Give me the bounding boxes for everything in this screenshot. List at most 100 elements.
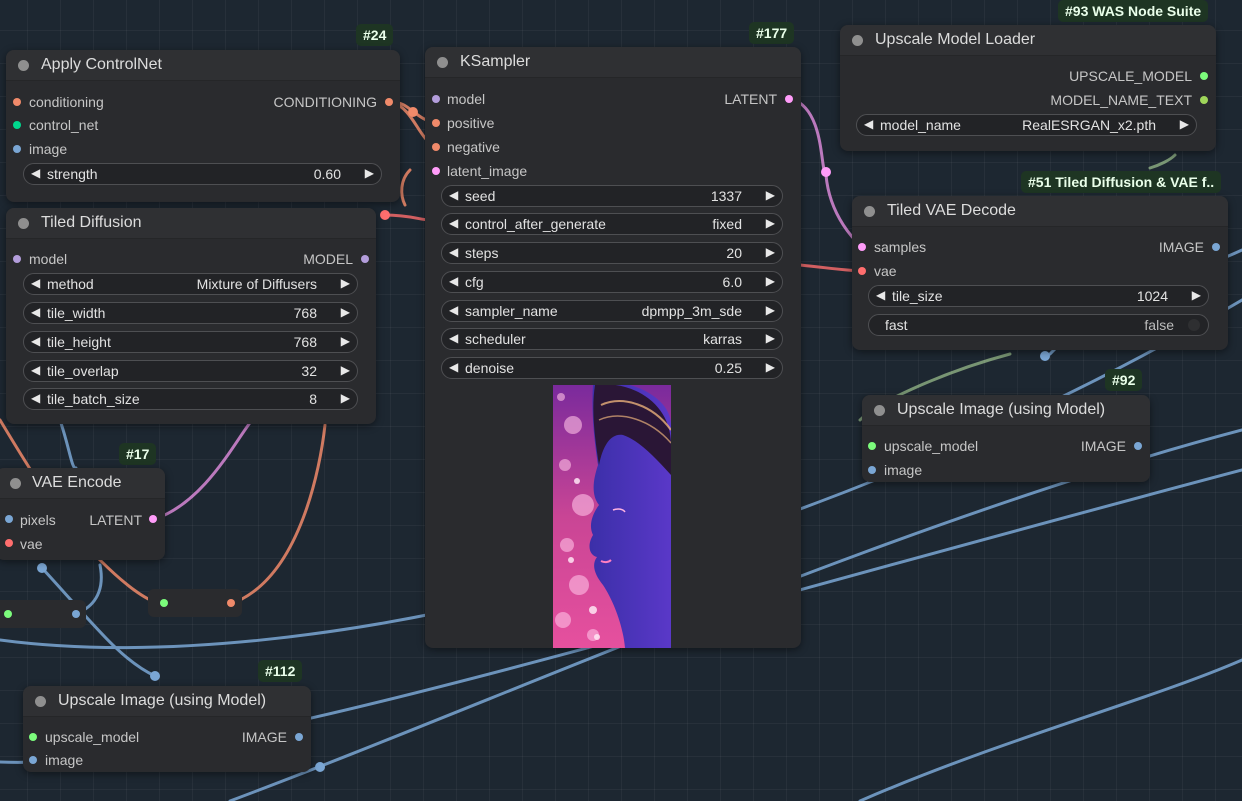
collapse-dot-icon[interactable] [18,60,29,71]
steps-widget[interactable]: ◀ steps 20 ▶ [441,242,783,264]
conditioning-input-pin[interactable] [13,98,21,106]
tile-height-widget[interactable]: ◀ tile_height 768 ▶ [23,331,358,353]
control-after-generate-widget[interactable]: ◀ control_after_generate fixed ▶ [441,213,783,235]
increment-arrow-icon[interactable]: ▶ [766,360,775,374]
increment-arrow-icon[interactable]: ▶ [365,166,374,180]
collapse-dot-icon[interactable] [10,478,21,489]
vae-encode-node[interactable]: VAE Encode pixels vae LATENT [0,468,165,560]
sampler-name-widget[interactable]: ◀ sampler_name dpmpp_3m_sde ▶ [441,300,783,322]
decrement-arrow-icon[interactable]: ◀ [31,276,40,290]
increment-arrow-icon[interactable]: ▶ [1180,117,1189,131]
upscale-model-input-pin[interactable] [868,442,876,450]
increment-arrow-icon[interactable]: ▶ [766,274,775,288]
model-output-pin[interactable] [361,255,369,263]
decrement-arrow-icon[interactable]: ◀ [876,288,885,302]
upscale-model-input-pin[interactable] [29,733,37,741]
model-input-pin[interactable] [13,255,21,263]
increment-arrow-icon[interactable]: ▶ [766,331,775,345]
decrement-arrow-icon[interactable]: ◀ [449,274,458,288]
vae-input-pin[interactable] [5,539,13,547]
increment-arrow-icon[interactable]: ▶ [341,334,350,348]
decrement-arrow-icon[interactable]: ◀ [449,245,458,259]
scheduler-widget[interactable]: ◀ scheduler karras ▶ [441,328,783,350]
increment-arrow-icon[interactable]: ▶ [766,245,775,259]
upscale-model-output-pin[interactable] [1200,72,1208,80]
decrement-arrow-icon[interactable]: ◀ [449,360,458,374]
increment-arrow-icon[interactable]: ▶ [341,305,350,319]
vae-input-pin[interactable] [858,267,866,275]
method-widget[interactable]: ◀ method Mixture of Diffusers ▶ [23,273,358,295]
decrement-arrow-icon[interactable]: ◀ [449,303,458,317]
increment-arrow-icon[interactable]: ▶ [341,363,350,377]
pixels-input-pin[interactable] [5,515,13,523]
decrement-arrow-icon[interactable]: ◀ [449,188,458,202]
reroute-input-pin[interactable] [4,610,12,618]
model-name-text-output-pin[interactable] [1200,96,1208,104]
image-output-pin[interactable] [1134,442,1142,450]
reroute-output-pin[interactable] [227,599,235,607]
tile-size-widget[interactable]: ◀ tile_size 1024 ▶ [868,285,1209,307]
tile-batch-size-widget[interactable]: ◀ tile_batch_size 8 ▶ [23,388,358,410]
input-label: vae [874,263,897,279]
latent-output-pin[interactable] [149,515,157,523]
positive-input-pin[interactable] [432,119,440,127]
upscale-model-loader-node[interactable]: Upscale Model Loader UPSCALE_MODEL MODEL… [840,25,1216,151]
denoise-widget[interactable]: ◀ denoise 0.25 ▶ [441,357,783,379]
tile-overlap-widget[interactable]: ◀ tile_overlap 32 ▶ [23,360,358,382]
model-input-pin[interactable] [432,95,440,103]
upscale-image-node-112[interactable]: Upscale Image (using Model) upscale_mode… [23,686,311,772]
image-output-pin[interactable] [295,733,303,741]
image-input-pin[interactable] [29,756,37,764]
increment-arrow-icon[interactable]: ▶ [1192,288,1201,302]
upscale-image-node-92[interactable]: Upscale Image (using Model) upscale_mode… [862,395,1150,482]
increment-arrow-icon[interactable]: ▶ [341,391,350,405]
tile-width-widget[interactable]: ◀ tile_width 768 ▶ [23,302,358,324]
reroute-node[interactable] [0,600,86,628]
collapse-dot-icon[interactable] [35,696,46,707]
tiled-diffusion-node[interactable]: Tiled Diffusion model MODEL ◀ method Mix… [6,208,376,424]
image-input-pin[interactable] [868,466,876,474]
control-net-input-pin[interactable] [13,121,21,129]
collapse-dot-icon[interactable] [437,57,448,68]
cfg-widget[interactable]: ◀ cfg 6.0 ▶ [441,271,783,293]
collapse-dot-icon[interactable] [852,35,863,46]
latent-output-pin[interactable] [785,95,793,103]
widget-value: Mixture of Diffusers [196,276,317,292]
increment-arrow-icon[interactable]: ▶ [766,188,775,202]
increment-arrow-icon[interactable]: ▶ [341,276,350,290]
collapse-dot-icon[interactable] [18,218,29,229]
strength-widget[interactable]: ◀ strength 0.60 ▶ [23,163,382,185]
increment-arrow-icon[interactable]: ▶ [766,303,775,317]
model-name-widget[interactable]: ◀ model_name RealESRGAN_x2.pth ▶ [856,114,1197,136]
decrement-arrow-icon[interactable]: ◀ [31,166,40,180]
negative-input-pin[interactable] [432,143,440,151]
reroute-node[interactable] [148,589,242,617]
widget-label: cfg [465,274,484,290]
latent-image-input-pin[interactable] [432,167,440,175]
collapse-dot-icon[interactable] [864,206,875,217]
apply-controlnet-node[interactable]: Apply ControlNet conditioning control_ne… [6,50,400,202]
toggle-knob-icon[interactable] [1188,319,1200,331]
reroute-input-pin[interactable] [160,599,168,607]
decrement-arrow-icon[interactable]: ◀ [449,216,458,230]
preview-image[interactable] [553,385,671,648]
input-label: negative [447,139,500,155]
decrement-arrow-icon[interactable]: ◀ [31,363,40,377]
conditioning-output-pin[interactable] [385,98,393,106]
seed-widget[interactable]: ◀ seed 1337 ▶ [441,185,783,207]
image-output-pin[interactable] [1212,243,1220,251]
tiled-vae-decode-node[interactable]: Tiled VAE Decode samples vae IMAGE ◀ til… [852,196,1228,350]
node-id-badge: #17 [119,443,157,465]
reroute-output-pin[interactable] [72,610,80,618]
fast-toggle[interactable]: fast false [868,314,1209,336]
ksampler-node[interactable]: KSampler model positive negative latent_… [425,47,801,648]
decrement-arrow-icon[interactable]: ◀ [864,117,873,131]
decrement-arrow-icon[interactable]: ◀ [31,391,40,405]
samples-input-pin[interactable] [858,243,866,251]
decrement-arrow-icon[interactable]: ◀ [449,331,458,345]
increment-arrow-icon[interactable]: ▶ [766,216,775,230]
image-input-pin[interactable] [13,145,21,153]
decrement-arrow-icon[interactable]: ◀ [31,305,40,319]
decrement-arrow-icon[interactable]: ◀ [31,334,40,348]
collapse-dot-icon[interactable] [874,405,885,416]
